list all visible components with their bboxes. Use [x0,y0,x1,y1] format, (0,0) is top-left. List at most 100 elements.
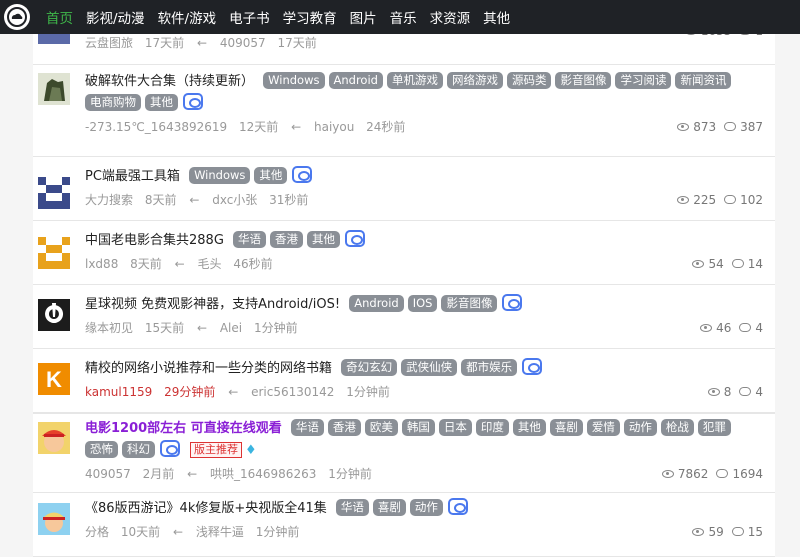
nav-software[interactable]: 软件/游戏 [158,7,217,27]
tag[interactable]: 源码类 [506,72,552,89]
tag[interactable]: 网络游戏 [446,72,503,89]
tag[interactable]: 香港 [327,419,361,436]
thread-row[interactable]: PC端最强工具箱 Windows 其他 大力搜索 8天前 ← dxc小张 31秒前… [33,157,775,221]
tag[interactable]: 韩国 [401,419,435,436]
tag[interactable]: 日本 [438,419,472,436]
cloud-drive-icon[interactable] [447,498,468,515]
site-logo[interactable] [4,4,30,30]
thread-title[interactable]: 中国老电影合集共288G [85,233,224,248]
tag[interactable]: IOS [407,295,438,312]
tag[interactable]: 动作 [409,499,443,516]
thread-row[interactable]: 电影1200部左右 可直接在线观看 华语 香港 欧美 韩国 日本 印度 其他 喜剧 爱情 动作 枪战… [33,413,775,493]
tag[interactable]: Android [349,295,404,312]
tag[interactable]: 华语 [290,419,324,436]
thread-author[interactable]: 云盘图旅 [85,36,133,50]
tag[interactable]: 香港 [270,231,304,248]
tag[interactable]: 新闻资讯 [675,72,732,89]
nav-ebooks[interactable]: 电子书 [229,7,270,27]
comments-count: 1694 [732,467,763,481]
nav-other[interactable]: 其他 [483,7,510,27]
arrow-icon: ← [291,120,302,134]
thread-author[interactable]: 大力搜索 [85,193,133,207]
tag[interactable]: 影音图像 [441,295,498,312]
thread-author[interactable]: lxd88 [85,257,118,271]
thread-title[interactable]: 《86版西游记》4k修复版+央视版全41集 [85,501,327,516]
thread-row[interactable]: K 精校的网络小说推荐和一些分类的网络书籍 奇幻玄幻 武侠仙侠 都市娱乐 kamul… [33,349,775,413]
avatar[interactable] [38,237,70,269]
thread-title[interactable]: 星球视频 免费观影神器，支持Android/iOS! [85,297,340,312]
tag[interactable]: 科幻 [122,441,155,458]
tag[interactable]: 武侠仙侠 [401,359,458,376]
tag[interactable]: 单机游戏 [386,72,443,89]
tag[interactable]: 欧美 [364,419,398,436]
avatar[interactable] [38,177,70,209]
thread-author[interactable]: 分格 [85,525,109,539]
cloud-drive-icon[interactable] [502,294,523,311]
tag[interactable]: 喜剧 [549,419,583,436]
avatar[interactable] [38,299,70,331]
tag[interactable]: 喜剧 [372,499,406,516]
thread-title[interactable]: 精校的网络小说推荐和一些分类的网络书籍 [85,361,332,376]
last-reply-user[interactable]: 毛头 [198,257,222,271]
cloud-drive-icon[interactable] [160,440,180,457]
tag[interactable]: Android [328,72,383,89]
tag[interactable]: 其他 [254,167,288,184]
thread-row[interactable]: 破解软件大合集（持续更新） Windows Android 单机游戏 网络游戏 源码类影… [33,65,775,157]
tag[interactable]: 其他 [512,419,546,436]
cloud-drive-icon[interactable] [345,230,366,247]
tag[interactable]: 学习阅读 [615,72,672,89]
tag[interactable]: 爱情 [586,419,620,436]
thread-title[interactable]: 破解软件大合集（持续更新） [85,74,254,89]
thread-author[interactable]: 缘本初见 [85,321,133,335]
tag[interactable]: 电商购物 [85,94,141,111]
nav-movies[interactable]: 影视/动漫 [86,7,145,27]
last-reply-user[interactable]: 哄哄_1646986263 [210,467,316,481]
nav-education[interactable]: 学习教育 [283,7,337,27]
cloud-drive-icon[interactable] [183,93,203,110]
tag[interactable]: 印度 [475,419,509,436]
thread-author[interactable]: kamul1159 [85,385,152,399]
tag[interactable]: Windows [263,72,325,89]
last-reply-user[interactable]: Alei [220,321,242,335]
tag[interactable]: 其他 [145,94,178,111]
last-reply-user[interactable]: 409057 [220,36,266,50]
tag[interactable]: 奇幻玄幻 [341,359,398,376]
thread-title[interactable]: 电影1200部左右 可直接在线观看 [85,421,282,436]
last-reply-user[interactable]: dxc小张 [212,193,257,207]
tag[interactable]: 都市娱乐 [461,359,518,376]
tag[interactable]: 犯罪 [697,419,731,436]
avatar-image-icon [38,73,70,105]
avatar[interactable] [38,73,70,105]
tag[interactable]: 华语 [233,231,267,248]
tag[interactable]: Windows [189,167,251,184]
avatar[interactable] [38,422,70,454]
thread-title-line: 电影1200部左右 可直接在线观看 华语 香港 欧美 韩国 日本 印度 其他 喜剧 爱情 动作 枪战… [85,418,763,462]
tag[interactable]: 其他 [307,231,341,248]
thread-row[interactable]: 《86版西游记》4k修复版+央视版全41集 华语 喜剧 动作 分格 10天前 ← 浅… [33,493,775,557]
thread-row[interactable]: 中国老电影合集共288G 华语 香港 其他 lxd88 8天前 ← 毛头 46秒前 … [33,221,775,285]
last-reply-user[interactable]: 浅释牛逼 [196,525,244,539]
nav-home[interactable]: 首页 [46,7,73,27]
cloud-drive-icon[interactable] [292,166,313,183]
thread-author[interactable]: -273.15℃_1643892619 [85,120,227,134]
thread-author[interactable]: 409057 [85,467,131,481]
avatar[interactable] [38,503,70,535]
thread-row[interactable]: 星球视频 免费观影神器，支持Android/iOS! Android IOS 影音图… [33,285,775,349]
tag[interactable]: 华语 [335,499,369,516]
tag[interactable]: 影音图像 [555,72,612,89]
last-reply-user[interactable]: eric56130142 [251,385,334,399]
views-count: 59 [708,525,724,539]
tag[interactable]: 枪战 [660,419,694,436]
avatar[interactable]: K [38,363,70,395]
tag[interactable]: 动作 [623,419,657,436]
last-reply-user[interactable]: haiyou [314,120,354,134]
views-icon [700,324,713,332]
nav-images[interactable]: 图片 [350,7,377,27]
nav-music[interactable]: 音乐 [390,7,417,27]
tag[interactable]: 恐怖 [85,441,118,458]
nav-requests[interactable]: 求资源 [430,7,471,27]
thread-title[interactable]: PC端最强工具箱 [85,169,180,184]
cloud-drive-icon[interactable] [522,358,543,375]
thread-meta: 缘本初见 15天前 ← Alei 1分钟前 46 4 [85,319,763,337]
thread-posted: 17天前 [144,36,185,50]
